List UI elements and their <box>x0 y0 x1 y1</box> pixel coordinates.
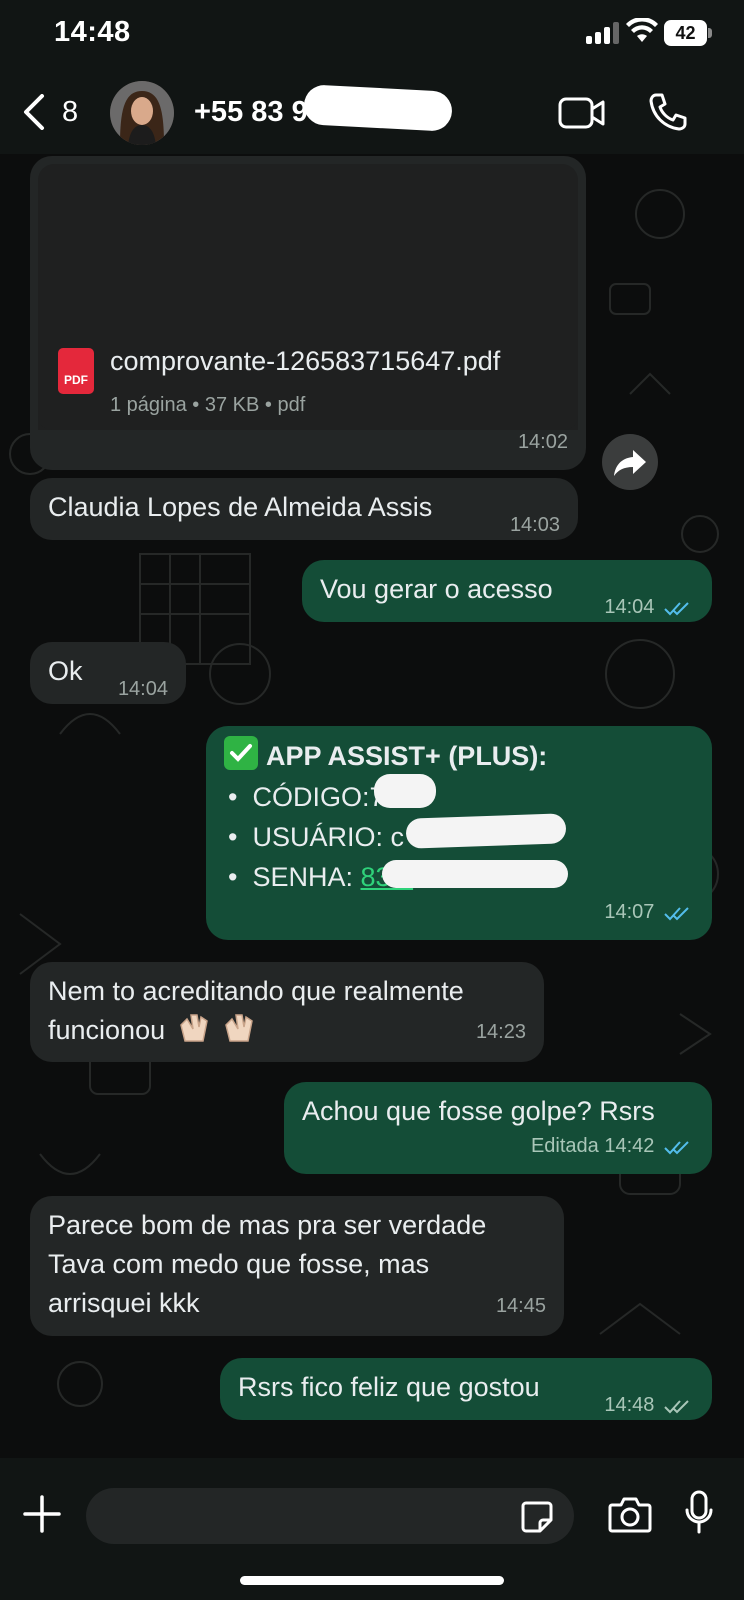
credential-user-label: USUÁRIO: <box>252 822 383 852</box>
video-call-icon[interactable] <box>558 96 606 130</box>
check-emoji-icon <box>224 736 258 770</box>
battery-icon: 42 <box>664 20 712 46</box>
microphone-icon[interactable] <box>684 1490 714 1536</box>
phone-call-icon[interactable] <box>648 92 688 132</box>
delivered-ticks-icon <box>664 1400 689 1414</box>
clap-emoji-icon <box>225 1014 253 1042</box>
chat-header: 8 +55 83 9 3073 <box>0 70 744 154</box>
message-text: Vou gerar o acesso <box>320 574 553 604</box>
outgoing-message[interactable]: Achou que fosse golpe? Rsrs Editada 14:4… <box>284 1082 712 1174</box>
message-time-value: 14:07 <box>604 901 655 923</box>
document-filename: comprovante-126583715647.pdf <box>110 346 501 376</box>
document-info[interactable]: PDF comprovante-126583715647.pdf 1 págin… <box>38 328 578 430</box>
message-time: 14:04 <box>117 678 168 700</box>
message-time: 14:04 <box>604 588 692 627</box>
credential-code-label: CÓDIGO: <box>252 782 370 812</box>
message-time-value: 14:04 <box>604 596 655 618</box>
outgoing-credentials-message[interactable]: APP ASSIST+ (PLUS): • CÓDIGO:7 • USUÁRIO… <box>206 726 712 940</box>
read-ticks-icon <box>664 907 689 921</box>
plus-icon[interactable] <box>22 1494 62 1534</box>
incoming-message[interactable]: Claudia Lopes de Almeida Assis 14:03 <box>30 478 578 540</box>
message-text-line: Nem to acreditando que realmente <box>48 976 464 1006</box>
redaction-mark <box>405 813 567 849</box>
battery-level: 42 <box>664 20 707 46</box>
status-time: 14:48 <box>54 16 131 48</box>
message-text: Claudia Lopes de Almeida Assis <box>48 492 433 522</box>
message-time: Editada 14:42 <box>531 1127 692 1166</box>
incoming-message[interactable]: Parece bom de mas pra ser verdade Tava c… <box>30 1196 564 1336</box>
credentials-title: APP ASSIST+ (PLUS): <box>266 741 548 771</box>
message-time: 14:03 <box>509 514 560 536</box>
redaction-mark <box>303 84 453 132</box>
redaction-mark <box>382 860 568 888</box>
incoming-message[interactable]: Ok 14:04 <box>30 642 186 704</box>
document-message[interactable]: PDF comprovante-126583715647.pdf 1 págin… <box>30 156 586 470</box>
status-bar: 14:48 42 <box>0 0 744 70</box>
message-text: Achou que fosse golpe? Rsrs <box>302 1096 655 1126</box>
message-time-value: 14:48 <box>604 1394 655 1416</box>
avatar[interactable] <box>110 81 174 145</box>
message-text: Ok <box>48 656 83 686</box>
chat-area[interactable]: PDF comprovante-126583715647.pdf 1 págin… <box>0 154 744 1458</box>
message-text-line: arrisquei kkk <box>48 1288 200 1318</box>
message-text: Rsrs fico feliz que gostou <box>238 1372 540 1402</box>
outgoing-message[interactable]: Rsrs fico feliz que gostou 14:48 <box>220 1358 712 1420</box>
credential-password-label: SENHA: <box>252 862 353 892</box>
clap-emoji-icon <box>179 1014 208 1042</box>
cellular-signal-icon <box>586 22 620 44</box>
outgoing-message[interactable]: Vou gerar o acesso 14:04 <box>302 560 712 622</box>
unread-count[interactable]: 8 <box>62 96 78 129</box>
composer-bar <box>0 1458 744 1600</box>
message-time: 14:07 <box>604 893 692 932</box>
wifi-icon <box>626 18 658 42</box>
message-time: 14:48 <box>604 1386 692 1425</box>
message-text-line: Tava com medo que fosse, mas <box>48 1249 430 1279</box>
message-time: 14:23 <box>475 1021 526 1043</box>
home-indicator[interactable] <box>240 1576 504 1585</box>
credential-user-row: • USUÁRIO: c s <box>228 818 425 857</box>
message-input[interactable] <box>86 1488 574 1544</box>
credentials-title-row: APP ASSIST+ (PLUS): <box>224 736 547 776</box>
redaction-mark <box>374 774 436 808</box>
back-chevron-icon[interactable] <box>20 94 48 130</box>
edited-label: Editada <box>530 1135 599 1157</box>
forward-icon[interactable] <box>602 434 658 490</box>
incoming-message[interactable]: Nem to acreditando que realmente funcion… <box>30 962 544 1062</box>
message-text-line-2: funcionou <box>48 1011 256 1050</box>
message-text-line: funcionou <box>48 1015 166 1045</box>
pdf-icon: PDF <box>58 348 94 394</box>
message-time: 14:02 <box>517 431 568 453</box>
document-meta: 1 página • 37 KB • pdf <box>110 394 306 416</box>
message-text-line: Parece bom de mas pra ser verdade <box>48 1210 487 1240</box>
message-time-value: 14:42 <box>604 1135 655 1157</box>
message-time: 14:45 <box>495 1295 546 1317</box>
read-ticks-icon <box>664 1141 689 1155</box>
read-ticks-icon <box>664 602 689 616</box>
camera-icon[interactable] <box>608 1496 652 1534</box>
sticker-icon[interactable] <box>520 1500 554 1534</box>
credential-code-row: • CÓDIGO:7 <box>228 778 385 817</box>
